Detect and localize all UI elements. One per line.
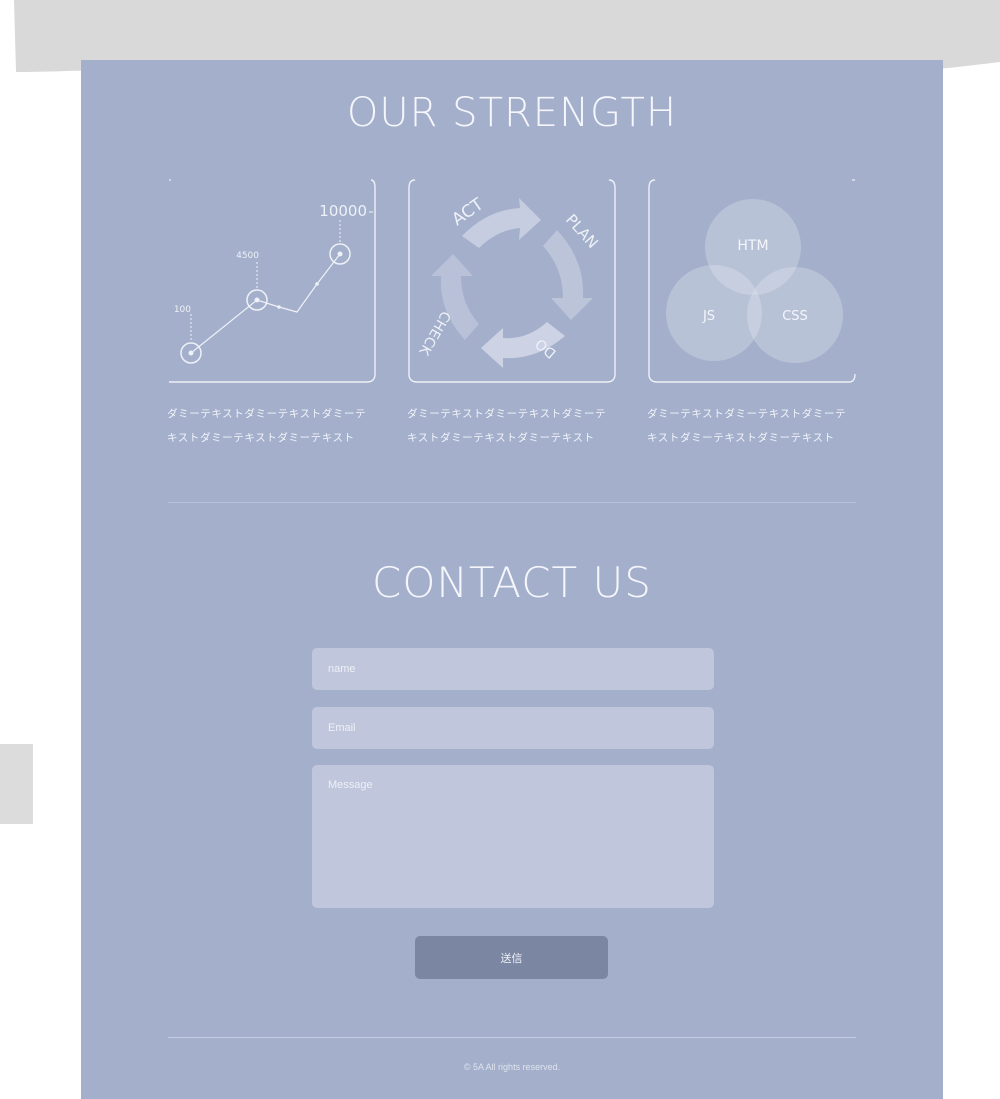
growth-illustration: 10000 4500 100 [169, 179, 376, 383]
card-text-line: ダミーテキストダミーテキストダミーテ [167, 408, 367, 420]
strength-card-cycle: ACT PLAN DO CHECK ダミーテキストダミーテキストダミーテ キスト… [407, 176, 617, 450]
card-text-line: キストダミーテキストダミーテキスト [647, 432, 835, 444]
main-panel: OUR STRENGTH 10000 4500 100 ダミーテキストダミーテキ… [81, 60, 943, 1099]
card-text-line: キストダミーテキストダミーテキスト [167, 432, 355, 444]
footer-divider [168, 1037, 856, 1038]
send-button[interactable]: 送信 [415, 936, 608, 979]
card-text-line: ダミーテキストダミーテキストダミーテ [647, 408, 847, 420]
email-input[interactable] [312, 707, 714, 749]
chart-label-100: 100 [174, 305, 191, 315]
contact-title: CONTACT US [372, 558, 652, 607]
strength-card-growth: 10000 4500 100 ダミーテキストダミーテキストダミーテ キストダミー… [167, 176, 377, 450]
chart-label-10000: 10000 [319, 202, 367, 220]
section-divider [168, 502, 856, 503]
cycle-label-check: CHECK [415, 308, 453, 358]
venn-label-htm: HTM [737, 238, 768, 254]
card-text-line: キストダミーテキストダミーテキスト [407, 432, 595, 444]
venn-label-js: JS [702, 309, 715, 324]
venn-label-css: CSS [782, 309, 808, 324]
name-input[interactable] [312, 648, 714, 690]
pdca-cycle-illustration: ACT PLAN DO CHECK [408, 179, 616, 383]
strength-card-venn: HTM JS CSS ダミーテキストダミーテキストダミーテ キストダミーテキスト… [647, 176, 857, 450]
card-text-line: ダミーテキストダミーテキストダミーテ [407, 408, 607, 420]
strength-title: OUR STRENGTH [346, 90, 678, 136]
message-textarea[interactable] [312, 765, 714, 908]
side-tab-decoration [0, 744, 33, 824]
copyright-text: © 5A All rights reserved. [463, 1062, 561, 1072]
chart-label-4500: 4500 [236, 251, 259, 261]
venn-illustration: HTM JS CSS [648, 179, 856, 383]
